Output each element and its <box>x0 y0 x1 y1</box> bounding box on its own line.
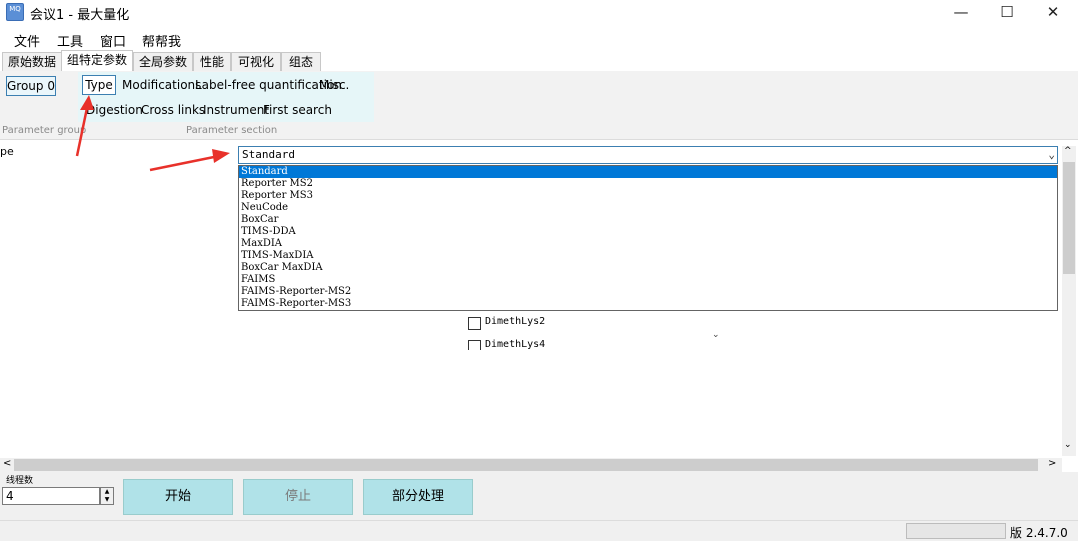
annotation-arrows <box>75 95 230 172</box>
annotation-arrow-type <box>75 95 94 157</box>
annotation-arrow-combo <box>149 149 230 172</box>
